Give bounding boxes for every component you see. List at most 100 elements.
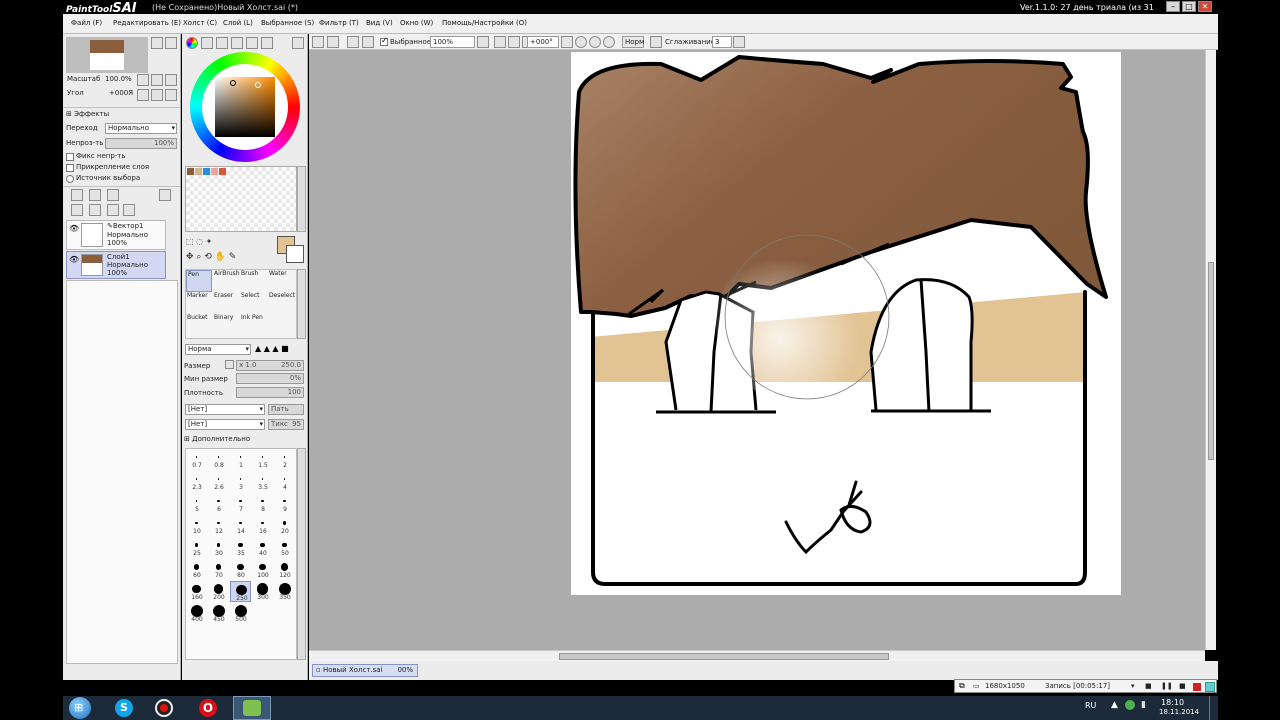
vertical-scrollbar[interactable]: [1205, 50, 1216, 650]
angle-input[interactable]: +000°: [527, 36, 559, 48]
hsv-slider-tab[interactable]: [216, 37, 228, 49]
rotate-ccw-button[interactable]: [575, 36, 587, 48]
brush-size-cell[interactable]: 50: [274, 537, 295, 558]
tool-water[interactable]: Water: [268, 270, 294, 292]
layer-mask-button[interactable]: [159, 189, 171, 201]
brush-size-cell[interactable]: 14: [230, 515, 251, 536]
brush-size-cell[interactable]: 400: [186, 603, 207, 624]
brush-size-cell[interactable]: 160: [186, 581, 207, 602]
brush-size-cell[interactable]: 0.7: [186, 449, 207, 470]
zoom-out-button[interactable]: [494, 36, 506, 48]
brush-size-cell[interactable]: 5: [186, 493, 207, 514]
rotate-reset-button[interactable]: [165, 89, 177, 101]
brush-size-cell[interactable]: 2: [274, 449, 295, 470]
brush-size-cell[interactable]: 35: [230, 537, 251, 558]
brush-size-cell[interactable]: 9: [274, 493, 295, 514]
clock-date[interactable]: 18.11.2014: [1159, 708, 1199, 716]
zoom-dropdown-button[interactable]: [477, 36, 489, 48]
scale-plus-button[interactable]: [137, 74, 149, 86]
transfer-down-button[interactable]: [71, 204, 83, 216]
selection-visible-checkbox[interactable]: ✓: [380, 36, 388, 46]
vertical-scroll-thumb[interactable]: [1208, 262, 1214, 460]
layer-item-vector1[interactable]: 👁 ✎Вектор1 Нормально 100%: [66, 220, 166, 250]
swatch[interactable]: [195, 168, 202, 175]
chevron-down-icon[interactable]: ▾: [1131, 682, 1135, 691]
brush-size-scrollbar[interactable]: [297, 448, 306, 660]
horizontal-scroll-thumb[interactable]: [559, 653, 889, 660]
texture-select-2[interactable]: [Нет] ▾: [185, 419, 265, 430]
menu-canvas[interactable]: Холст (C): [183, 19, 217, 27]
size-slider[interactable]: x 1.0 250.0: [236, 360, 304, 371]
tray-arrow-icon[interactable]: ▲: [1111, 700, 1118, 710]
nav-zoom-in-button[interactable]: [151, 37, 163, 49]
undo-button[interactable]: [312, 36, 324, 48]
brush-shape-buttons[interactable]: ▲ ▲ ▲ ■: [255, 344, 305, 355]
menu-layer[interactable]: Слой (L): [223, 19, 253, 27]
taskbar-sai[interactable]: [233, 696, 271, 720]
tool-marker[interactable]: Marker: [186, 292, 212, 314]
taskbar-recorder[interactable]: [150, 697, 178, 719]
scale-reset-button[interactable]: [165, 74, 177, 86]
clear-layer-button[interactable]: [107, 204, 119, 216]
angle-dropdown-button[interactable]: [561, 36, 573, 48]
tool-select[interactable]: Select: [240, 292, 266, 314]
brush-size-cell[interactable]: 80: [230, 559, 251, 580]
menu-edit[interactable]: Редактировать (E): [113, 19, 181, 27]
tool-scrollbar[interactable]: [297, 269, 306, 339]
swatch[interactable]: [203, 168, 210, 175]
swatches-tab[interactable]: [246, 37, 258, 49]
smoothing-input[interactable]: 3: [712, 36, 732, 48]
menu-selection[interactable]: Выбранное (S): [261, 19, 314, 27]
blend-mode-select[interactable]: Нормально ▾: [105, 123, 177, 134]
clock-time[interactable]: 18:10: [1161, 698, 1184, 707]
brush-size-cell[interactable]: 25: [186, 537, 207, 558]
swatch[interactable]: [187, 168, 194, 175]
rotate-cw-button[interactable]: [589, 36, 601, 48]
saturation-value-square[interactable]: [215, 77, 275, 137]
stop-icon[interactable]: ■: [1179, 682, 1186, 691]
fix-opacity-checkbox[interactable]: [66, 153, 74, 161]
tool-ink-pen[interactable]: Ink Pen: [240, 314, 266, 336]
hue-handle[interactable]: [255, 82, 261, 88]
taskbar-skype[interactable]: S: [110, 697, 138, 719]
horizontal-scrollbar[interactable]: [309, 650, 1205, 661]
effects-header[interactable]: ⊞ Эффекты: [66, 110, 109, 119]
brush-size-cell[interactable]: 4: [274, 471, 295, 492]
menu-view[interactable]: Вид (V): [366, 19, 393, 27]
brush-size-cell[interactable]: 500: [230, 603, 251, 624]
brush-size-cell[interactable]: 0.8: [208, 449, 229, 470]
brush-size-cell[interactable]: 350: [274, 581, 295, 602]
pause-icon[interactable]: ❚❚: [1161, 682, 1173, 691]
brush-size-cell[interactable]: 7: [230, 493, 251, 514]
deselect-button[interactable]: [347, 36, 359, 48]
angle-value[interactable]: +000Я: [109, 89, 133, 98]
size-lock-button[interactable]: [225, 360, 234, 369]
min-size-slider[interactable]: 0%: [236, 373, 304, 384]
menu-help[interactable]: Помощь/Настройки (O): [442, 19, 527, 27]
canvas[interactable]: [571, 52, 1121, 595]
brush-size-cell[interactable]: 1.5: [252, 449, 273, 470]
swatch[interactable]: [219, 168, 226, 175]
taskbar-opera[interactable]: O: [194, 697, 222, 719]
brush-size-cell[interactable]: 40: [252, 537, 273, 558]
opacity-slider[interactable]: 100%: [105, 138, 177, 149]
brush-size-cell[interactable]: 300: [252, 581, 273, 602]
language-indicator[interactable]: RU: [1085, 701, 1096, 710]
brush-size-cell[interactable]: 16: [252, 515, 273, 536]
brush-size-cell[interactable]: 2.6: [208, 471, 229, 492]
texture-strength-1[interactable]: Пать: [268, 404, 304, 415]
brush-size-cell[interactable]: 8: [252, 493, 273, 514]
eye-icon[interactable]: 👁: [69, 224, 79, 233]
color-wheel-tab[interactable]: [186, 37, 198, 49]
tool-bucket[interactable]: Bucket: [186, 314, 212, 336]
zoom-input[interactable]: 100%: [430, 36, 475, 48]
eye-icon[interactable]: 👁: [69, 255, 79, 264]
swatch-grid[interactable]: [185, 166, 297, 232]
scale-minus-button[interactable]: [151, 74, 163, 86]
scale-value[interactable]: 100.0%: [105, 75, 132, 84]
new-vector-layer-button[interactable]: [89, 189, 101, 201]
record-icon[interactable]: [1193, 683, 1201, 691]
brush-size-cell[interactable]: 450: [208, 603, 229, 624]
brush-size-cell[interactable]: 100: [252, 559, 273, 580]
advanced-header[interactable]: ⊞ Дополнительно: [184, 435, 250, 444]
